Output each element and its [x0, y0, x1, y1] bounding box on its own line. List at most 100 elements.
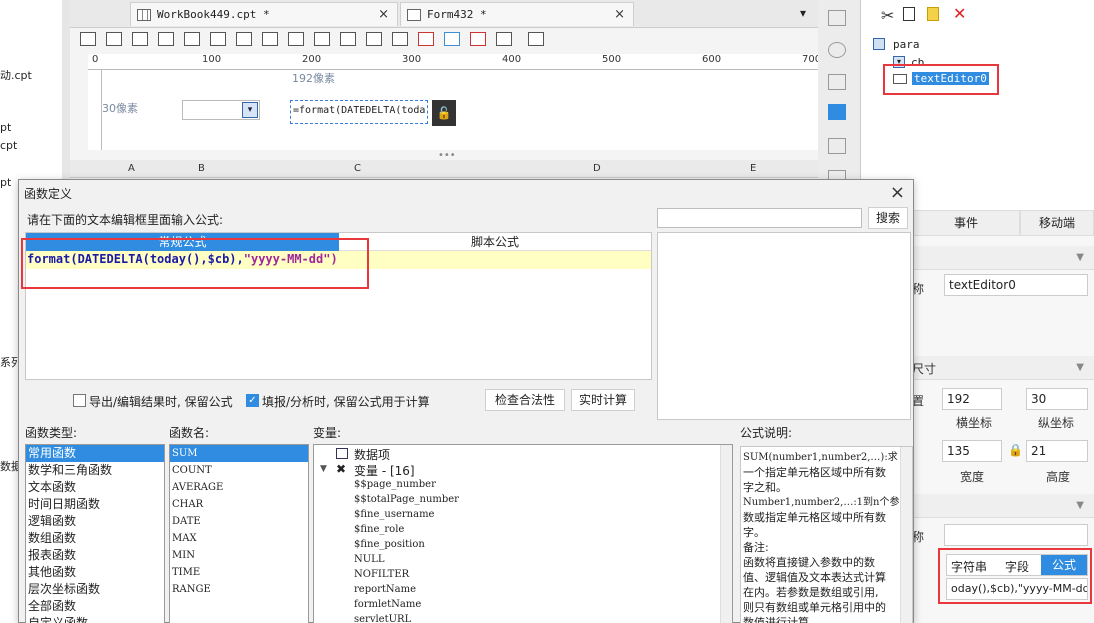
list-item[interactable]: MIN — [170, 547, 308, 564]
widget-table-icon[interactable] — [444, 32, 460, 46]
absolute-layout-icon[interactable] — [828, 42, 846, 58]
list-item[interactable]: servletURL — [354, 614, 411, 623]
list-item[interactable]: $$totalPage_number — [354, 494, 459, 509]
tab-mobile[interactable]: 移动端 — [1020, 210, 1094, 236]
widget-password-icon[interactable] — [340, 32, 356, 46]
file-item[interactable]: 动.cpt — [0, 67, 32, 83]
list-item[interactable]: reportName — [354, 584, 416, 599]
widget-label-icon[interactable] — [80, 32, 96, 46]
section-header[interactable]: ▼ — [912, 494, 1094, 518]
x-coordinate-field[interactable]: 192 — [942, 388, 1002, 410]
splitter[interactable] — [62, 0, 70, 180]
expand-arrow-icon[interactable]: ▼ — [320, 464, 327, 474]
check-validity-button[interactable]: 检查合法性 — [485, 389, 565, 411]
tab-workbook[interactable]: WorkBook449.cpt * × — [130, 2, 398, 26]
cut-icon[interactable]: ✂ — [881, 6, 894, 25]
widget-calendar-icon[interactable] — [210, 32, 226, 46]
tree-node-data-item[interactable]: 数据项 — [354, 446, 390, 463]
column-header[interactable]: E — [750, 163, 756, 174]
column-header[interactable]: D — [593, 163, 601, 174]
widget-textbox-icon[interactable] — [132, 32, 148, 46]
section-size[interactable]: 尺寸 ▼ — [912, 356, 1094, 380]
list-item[interactable]: 时间日期函数 — [26, 496, 164, 513]
list-item[interactable]: 常用函数 — [26, 445, 164, 462]
column-header[interactable]: B — [198, 163, 205, 174]
delete-icon[interactable]: ✕ — [953, 4, 966, 23]
tree-node-root[interactable]: para — [893, 38, 920, 51]
combo-widget-cb[interactable]: ▾ — [182, 100, 260, 120]
close-icon[interactable]: × — [614, 7, 625, 22]
widget-list-icon[interactable] — [828, 104, 846, 120]
realtime-calc-button[interactable]: 实时计算 — [571, 389, 635, 411]
list-item[interactable]: 报表函数 — [26, 547, 164, 564]
file-item[interactable]: pt — [0, 176, 11, 189]
function-type-list[interactable]: 常用函数 数学和三角函数 文本函数 时间日期函数 逻辑函数 数组函数 报表函数 … — [25, 444, 165, 623]
list-item[interactable]: 全部函数 — [26, 598, 164, 615]
lock-ratio-icon[interactable]: 🔒 — [1008, 443, 1023, 457]
widget-lab-icon[interactable] — [106, 32, 122, 46]
list-item[interactable]: $fine_role — [354, 524, 404, 539]
widget-checkbox-icon[interactable] — [288, 32, 304, 46]
section-header[interactable]: ▼ — [912, 246, 1094, 270]
variable-tree[interactable]: 数据项 ▼ ✖ 变量 - [16] $$page_number $$totalP… — [313, 444, 733, 623]
widget-dropdown-icon[interactable] — [496, 32, 512, 46]
layout-icon[interactable] — [828, 10, 846, 26]
tab-script-formula[interactable]: 脚本公式 — [339, 233, 651, 251]
lock-icon[interactable]: 🔓 — [432, 100, 456, 126]
copy-icon[interactable] — [903, 7, 915, 21]
list-item[interactable]: 文本函数 — [26, 479, 164, 496]
list-item[interactable]: DATE — [170, 513, 308, 530]
export-keep-formula-checkbox[interactable] — [73, 394, 86, 407]
close-icon[interactable]: × — [890, 182, 905, 203]
list-item[interactable]: NULL — [354, 554, 384, 569]
column-header[interactable]: C — [354, 163, 361, 174]
tab-layout-icon[interactable] — [828, 138, 846, 154]
widget-tree-icon[interactable] — [392, 32, 408, 46]
close-icon[interactable]: × — [378, 7, 389, 22]
list-item[interactable]: NOFILTER — [354, 569, 409, 584]
form-canvas[interactable]: 192像素 30像素 ▾ =format(DATEDELTA(toda 🔓 ••… — [102, 70, 818, 161]
text-editor-widget[interactable]: =format(DATEDELTA(toda — [290, 100, 428, 124]
widget-text-icon[interactable] — [314, 32, 330, 46]
list-item[interactable]: SUM — [170, 445, 308, 462]
widget-name-field[interactable]: textEditor0 — [944, 274, 1088, 296]
function-search-input[interactable] — [657, 208, 862, 228]
widget-combo-icon[interactable] — [158, 32, 174, 46]
list-item[interactable]: 其他函数 — [26, 564, 164, 581]
tab-menu-icon[interactable]: ▾ — [800, 6, 806, 20]
widget-number-icon[interactable] — [236, 32, 252, 46]
list-item[interactable]: 自定义函数 — [26, 615, 164, 623]
widget-label-field[interactable] — [944, 524, 1088, 546]
list-item[interactable]: AVERAGE — [170, 479, 308, 496]
tab-events[interactable]: 事件 — [912, 210, 1020, 236]
list-item[interactable]: $$page_number — [354, 479, 436, 494]
fill-keep-formula-checkbox[interactable]: ✓ — [246, 394, 259, 407]
search-button[interactable]: 搜索 — [868, 207, 908, 229]
tree-node-variables[interactable]: 变量 - [16] — [354, 462, 415, 479]
height-field[interactable]: 21 — [1026, 440, 1088, 462]
column-header[interactable]: A — [128, 163, 135, 174]
list-item[interactable]: COUNT — [170, 462, 308, 479]
dropdown-arrow-icon[interactable]: ▾ — [242, 102, 258, 118]
frame-icon[interactable] — [828, 74, 846, 90]
list-item[interactable]: 层次坐标函数 — [26, 581, 164, 598]
list-item[interactable]: CHAR — [170, 496, 308, 513]
list-item[interactable]: $fine_position — [354, 539, 425, 554]
widget-chart-icon[interactable] — [470, 32, 486, 46]
tab-form[interactable]: Form432 * × — [400, 2, 634, 26]
list-item[interactable]: TIME — [170, 564, 308, 581]
list-item[interactable]: RANGE — [170, 581, 308, 598]
function-name-list[interactable]: SUM COUNT AVERAGE CHAR DATE MAX MIN TIME… — [169, 444, 309, 623]
list-item[interactable]: 数学和三角函数 — [26, 462, 164, 479]
widget-report-icon[interactable] — [418, 32, 434, 46]
widget-radio-icon[interactable] — [262, 32, 278, 46]
list-item[interactable]: $fine_username — [354, 509, 434, 524]
y-coordinate-field[interactable]: 30 — [1026, 388, 1088, 410]
widget-more-icon[interactable] — [528, 32, 544, 46]
list-item[interactable]: 逻辑函数 — [26, 513, 164, 530]
list-item[interactable]: formletName — [354, 599, 421, 614]
widget-date-icon[interactable] — [184, 32, 200, 46]
scrollbar[interactable] — [900, 447, 912, 623]
width-field[interactable]: 135 — [942, 440, 1002, 462]
file-item[interactable]: cpt — [0, 139, 17, 152]
